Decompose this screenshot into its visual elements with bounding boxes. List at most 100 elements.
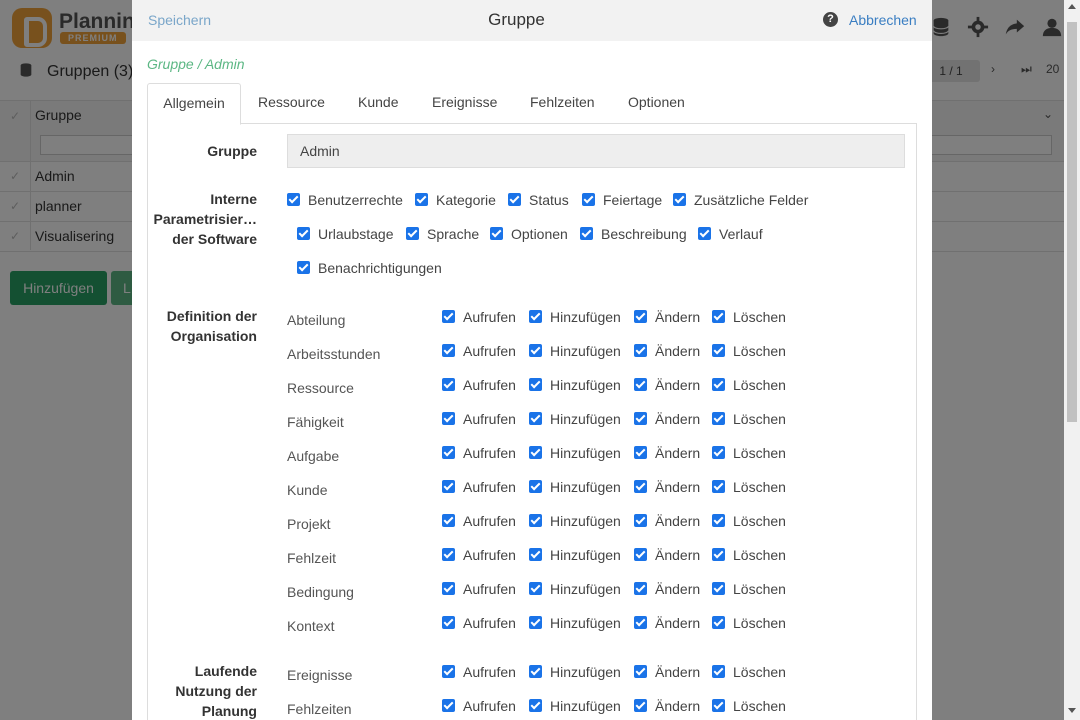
- scroll-down-icon[interactable]: [1068, 708, 1076, 713]
- tab-optionen[interactable]: Optionen: [628, 83, 685, 124]
- permission-ändern-checkbox[interactable]: [634, 480, 647, 493]
- permission-hinzufügen-checkbox[interactable]: [529, 548, 542, 561]
- permission-löschen-checkbox[interactable]: [712, 616, 725, 629]
- permission-ändern-label: Ändern: [655, 547, 701, 563]
- permission-löschen-label: Löschen: [733, 615, 786, 631]
- permission-row-label: Fehlzeit: [287, 550, 337, 566]
- laufende-label-line2: Nutzung der: [175, 683, 257, 699]
- help-icon[interactable]: ?: [823, 12, 838, 27]
- permission-row-label: Arbeitsstunden: [287, 346, 381, 362]
- permission-aufrufen-checkbox[interactable]: [442, 699, 455, 712]
- interne-option-label: Benutzerrechte: [308, 192, 403, 208]
- permission-ändern-checkbox[interactable]: [634, 344, 647, 357]
- permission-aufrufen-checkbox[interactable]: [442, 616, 455, 629]
- permission-aufrufen-label: Aufrufen: [463, 547, 516, 563]
- permission-hinzufügen-checkbox[interactable]: [529, 480, 542, 493]
- permission-löschen-checkbox[interactable]: [712, 412, 725, 425]
- permission-aufrufen-checkbox[interactable]: [442, 344, 455, 357]
- permission-hinzufügen-checkbox[interactable]: [529, 344, 542, 357]
- permission-löschen-checkbox[interactable]: [712, 665, 725, 678]
- permission-löschen-checkbox[interactable]: [712, 582, 725, 595]
- permission-ändern-label: Ändern: [655, 479, 701, 495]
- permission-hinzufügen-checkbox[interactable]: [529, 514, 542, 527]
- tab-ereignisse[interactable]: Ereignisse: [432, 83, 497, 124]
- interne-option-label: Beschreibung: [601, 226, 687, 242]
- permission-hinzufügen-checkbox[interactable]: [529, 378, 542, 391]
- permission-hinzufügen-checkbox[interactable]: [529, 616, 542, 629]
- interne-option-checkbox[interactable]: [415, 193, 428, 206]
- permission-löschen-checkbox[interactable]: [712, 548, 725, 561]
- permission-hinzufügen-checkbox[interactable]: [529, 665, 542, 678]
- cancel-button[interactable]: Abbrechen: [849, 12, 917, 28]
- permission-aufrufen-checkbox[interactable]: [442, 412, 455, 425]
- permission-ändern-checkbox[interactable]: [634, 699, 647, 712]
- permission-hinzufügen-checkbox[interactable]: [529, 446, 542, 459]
- permission-ändern-label: Ändern: [655, 445, 701, 461]
- interne-option-checkbox[interactable]: [580, 227, 593, 240]
- permission-ändern-checkbox[interactable]: [634, 378, 647, 391]
- permission-hinzufügen-checkbox[interactable]: [529, 310, 542, 323]
- permission-row-label: Ereignisse: [287, 667, 353, 683]
- permission-hinzufügen-checkbox[interactable]: [529, 699, 542, 712]
- tab-allgemein[interactable]: Allgemein: [147, 83, 241, 125]
- permission-löschen-label: Löschen: [733, 479, 786, 495]
- interne-option-checkbox[interactable]: [297, 227, 310, 240]
- permission-aufrufen-label: Aufrufen: [463, 445, 516, 461]
- gruppe-label: Gruppe: [207, 143, 257, 159]
- interne-option-checkbox[interactable]: [582, 193, 595, 206]
- permission-ändern-checkbox[interactable]: [634, 514, 647, 527]
- permission-löschen-label: Löschen: [733, 698, 786, 714]
- permission-aufrufen-checkbox[interactable]: [442, 446, 455, 459]
- permission-löschen-checkbox[interactable]: [712, 699, 725, 712]
- modal-header: Speichern Gruppe ? Abbrechen: [132, 0, 932, 41]
- permission-löschen-checkbox[interactable]: [712, 514, 725, 527]
- group-modal: Speichern Gruppe ? Abbrechen Gruppe / Ad…: [132, 0, 932, 720]
- interne-option-checkbox[interactable]: [698, 227, 711, 240]
- permission-aufrufen-checkbox[interactable]: [442, 582, 455, 595]
- permission-ändern-checkbox[interactable]: [634, 582, 647, 595]
- permission-ändern-checkbox[interactable]: [634, 665, 647, 678]
- permission-aufrufen-checkbox[interactable]: [442, 480, 455, 493]
- permission-löschen-checkbox[interactable]: [712, 480, 725, 493]
- permission-hinzufügen-label: Hinzufügen: [550, 615, 621, 631]
- tab-kunde[interactable]: Kunde: [358, 83, 398, 124]
- permission-aufrufen-checkbox[interactable]: [442, 378, 455, 391]
- permission-löschen-label: Löschen: [733, 377, 786, 393]
- tab-fehlzeiten[interactable]: Fehlzeiten: [530, 83, 595, 124]
- permission-aufrufen-label: Aufrufen: [463, 513, 516, 529]
- interne-option-checkbox[interactable]: [287, 193, 300, 206]
- permission-aufrufen-checkbox[interactable]: [442, 310, 455, 323]
- permission-löschen-checkbox[interactable]: [712, 378, 725, 391]
- permission-löschen-label: Löschen: [733, 513, 786, 529]
- permission-hinzufügen-checkbox[interactable]: [529, 582, 542, 595]
- permission-hinzufügen-checkbox[interactable]: [529, 412, 542, 425]
- interne-option-checkbox[interactable]: [508, 193, 521, 206]
- permission-löschen-checkbox[interactable]: [712, 310, 725, 323]
- permission-aufrufen-checkbox[interactable]: [442, 548, 455, 561]
- scroll-thumb[interactable]: [1067, 22, 1077, 422]
- permission-ändern-checkbox[interactable]: [634, 446, 647, 459]
- gruppe-field[interactable]: Admin: [287, 134, 905, 168]
- permission-ändern-checkbox[interactable]: [634, 548, 647, 561]
- permission-aufrufen-label: Aufrufen: [463, 343, 516, 359]
- permission-ändern-checkbox[interactable]: [634, 412, 647, 425]
- permission-aufrufen-label: Aufrufen: [463, 698, 516, 714]
- interne-option-label: Feiertage: [603, 192, 663, 208]
- interne-option-checkbox[interactable]: [406, 227, 419, 240]
- permission-ändern-checkbox[interactable]: [634, 310, 647, 323]
- permission-löschen-checkbox[interactable]: [712, 446, 725, 459]
- interne-option-checkbox[interactable]: [490, 227, 503, 240]
- permission-löschen-checkbox[interactable]: [712, 344, 725, 357]
- permission-ändern-label: Ändern: [655, 343, 701, 359]
- permission-aufrufen-checkbox[interactable]: [442, 514, 455, 527]
- tab-ressource[interactable]: Ressource: [258, 83, 325, 124]
- permission-ändern-checkbox[interactable]: [634, 616, 647, 629]
- interne-option-checkbox[interactable]: [673, 193, 686, 206]
- scroll-up-icon[interactable]: [1068, 4, 1076, 9]
- page-scrollbar[interactable]: [1064, 0, 1080, 720]
- permission-aufrufen-label: Aufrufen: [463, 615, 516, 631]
- permission-aufrufen-checkbox[interactable]: [442, 665, 455, 678]
- permission-hinzufügen-label: Hinzufügen: [550, 309, 621, 325]
- interne-option-checkbox[interactable]: [297, 261, 310, 274]
- permission-ändern-label: Ändern: [655, 581, 701, 597]
